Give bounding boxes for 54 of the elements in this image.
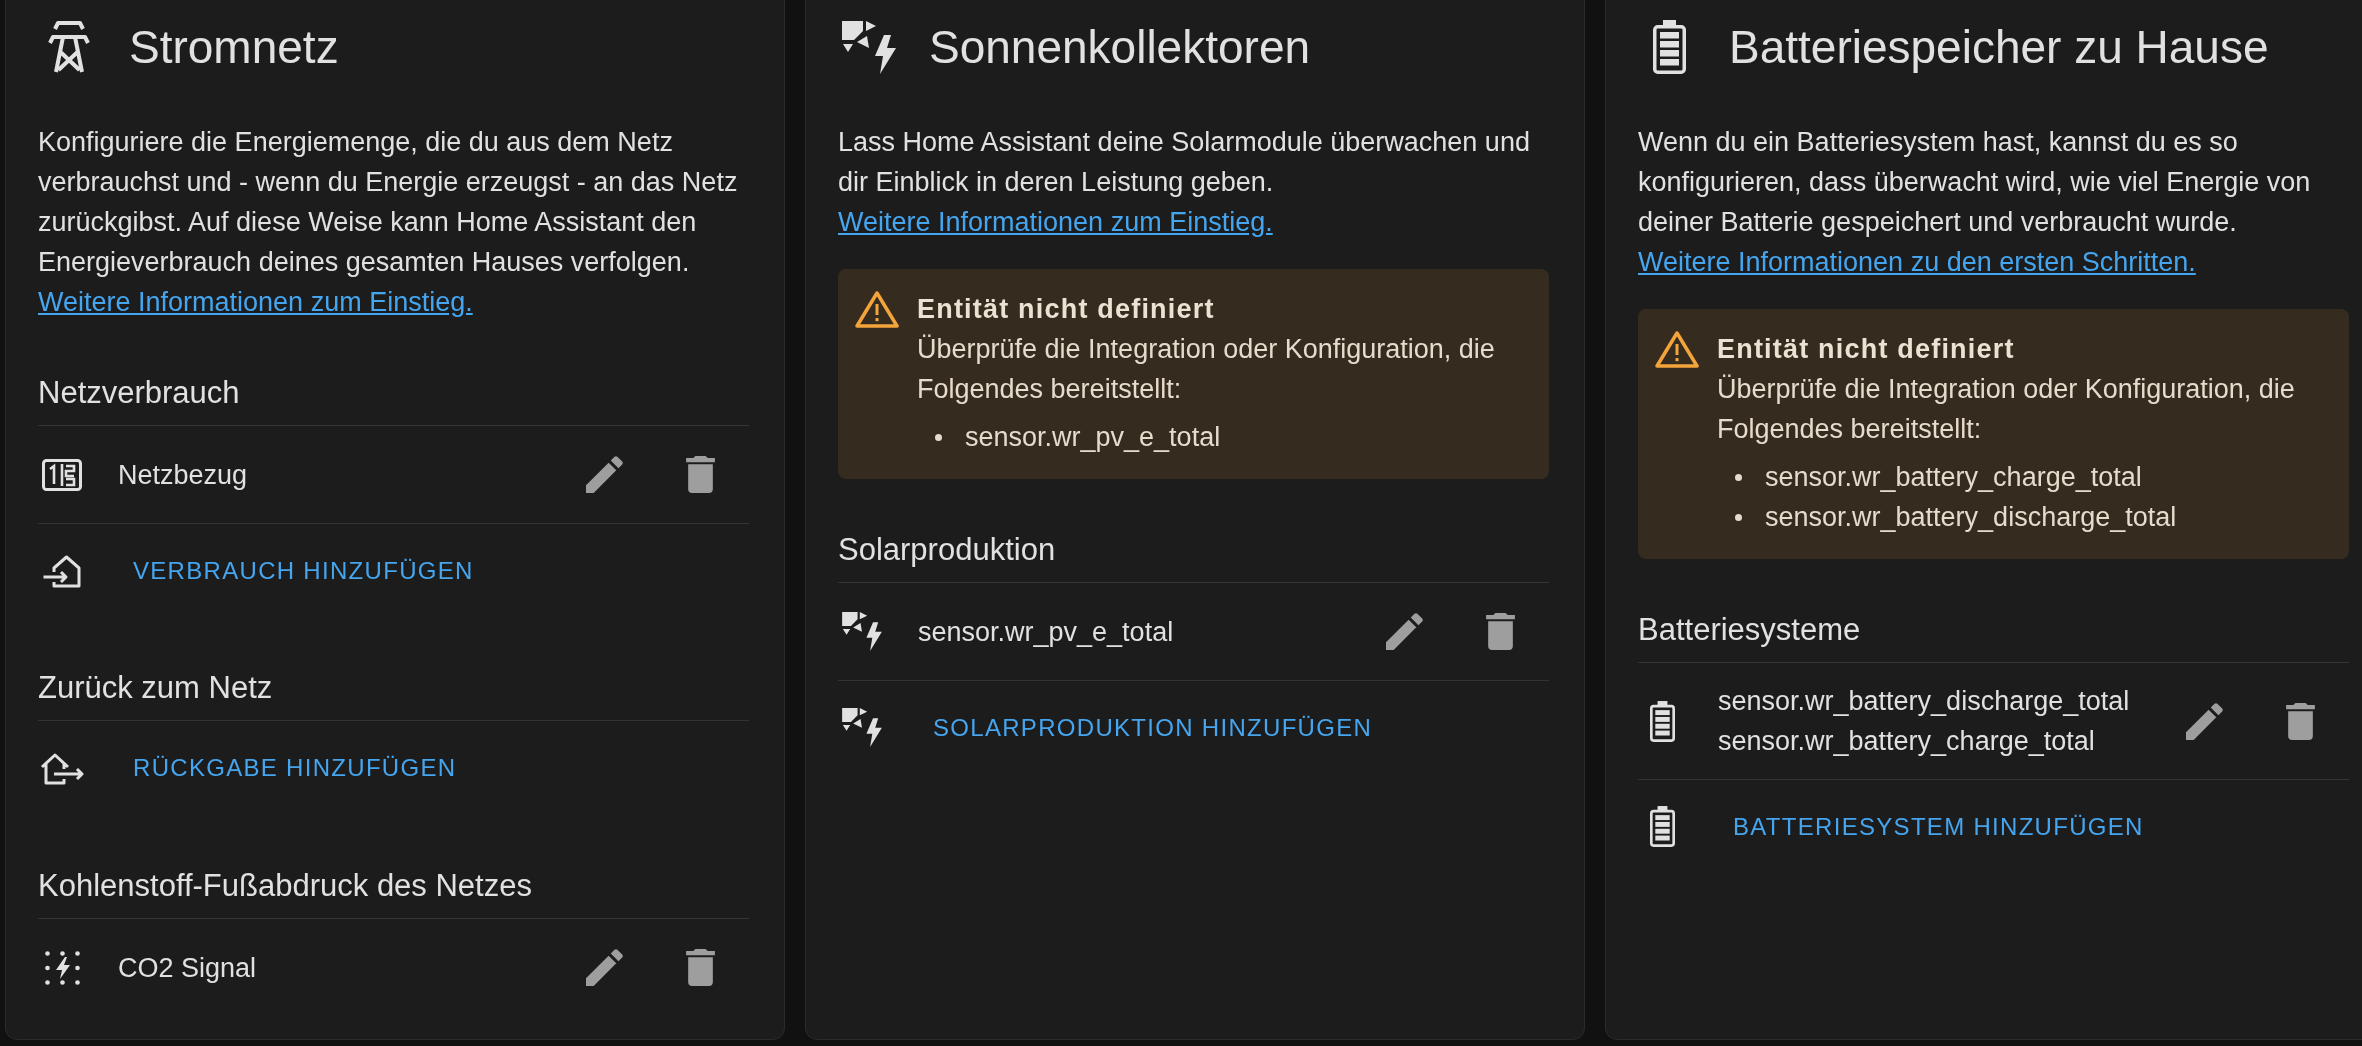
bullet-icon: [1735, 473, 1742, 481]
battery-icon: [1649, 806, 1675, 847]
battery-icon: [1652, 20, 1686, 74]
transmission-tower-icon: [48, 20, 90, 74]
warning-icon: [1655, 330, 1699, 368]
learn-more-link[interactable]: Weitere Informationen zum Einstieg.: [38, 287, 473, 317]
card-title: Batteriespeicher zu Hause: [1729, 20, 2269, 75]
section-heading: Batteriesysteme: [1638, 610, 2349, 663]
trash-icon: [686, 949, 715, 986]
learn-more-link[interactable]: Weitere Informationen zu den ersten Schritten.: [1638, 247, 2196, 277]
house-arrow-out-icon: [39, 751, 85, 785]
trash-icon: [2286, 702, 2315, 740]
house-arrow-in-icon: [42, 553, 82, 588]
warning-title: Entität nicht definiert: [917, 293, 1216, 326]
counter-icon: [42, 458, 82, 491]
source-name: sensor.wr_battery_discharge_total: [1718, 685, 2131, 718]
warning-icon: [855, 290, 899, 328]
bullet-icon: [935, 433, 942, 441]
section-heading: Netzverbrauch: [38, 373, 749, 426]
entity-id: sensor.wr_pv_e_total: [965, 421, 1221, 454]
source-name: CO2 Signal: [118, 951, 258, 985]
dotted-bolt-icon: [44, 950, 80, 985]
battery-icon: [1649, 700, 1675, 742]
pencil-icon: [1386, 613, 1423, 650]
warning-title: Entität nicht definiert: [1717, 333, 2016, 366]
pencil-icon: [586, 456, 623, 493]
add-button[interactable]: VERBRAUCH HINZUFÜGEN: [125, 548, 482, 593]
trash-icon: [686, 456, 715, 493]
bullet-icon: [1735, 513, 1742, 521]
add-button[interactable]: RÜCKGABE HINZUFÜGEN: [125, 746, 465, 790]
entity-id: sensor.wr_battery_discharge_total: [1765, 501, 2177, 534]
warning-message: Überprüfe die Integration oder Konfiguration, die Folgendes bereitstellt:: [1717, 373, 2296, 446]
card-description: Lass Home Assistant deine Solarmodule überwachen und dir Einblick in deren Leistung geben. Weitere Informationen zum Einstieg.: [838, 126, 1531, 239]
source-name: sensor.wr_pv_e_total: [918, 615, 1175, 649]
card-description: Konfiguriere die Energiemenge, die du aus dem Netz verbrauchst und - wenn du Energie erzeugst - an das Netz zurückgibst. Auf diese Weise kann Home Assistant den Energieverbrauch deines gesamten Hauses verfolgen. Weitere Informationen zum Einstieg.: [38, 126, 739, 319]
add-button[interactable]: SOLARPRODUKTION HINZUFÜGEN: [925, 705, 1381, 750]
section-heading: Zurück zum Netz: [38, 668, 749, 721]
warning-message: Überprüfe die Integration oder Konfiguration, die Folgendes bereitstellt:: [917, 333, 1496, 406]
entity-id: sensor.wr_battery_charge_total: [1765, 461, 2142, 494]
card-title: Stromnetz: [129, 20, 339, 75]
solar-panel-bolt-icon: [842, 20, 896, 74]
source-name: Netzbezug: [118, 458, 249, 492]
section-heading: Solarproduktion: [838, 530, 1549, 583]
section-heading: Kohlenstoff-Fußabdruck des Netzes: [38, 866, 749, 919]
source-name: sensor.wr_battery_charge_total: [1718, 725, 2096, 758]
pencil-icon: [586, 949, 623, 986]
add-button[interactable]: BATTERIESYSTEM HINZUFÜGEN: [1725, 804, 2152, 849]
pencil-icon: [2186, 702, 2223, 740]
card-description: Wenn du ein Batteriesystem hast, kannst du es so konfigurieren, dass überwacht wird, wie viel Energie von deiner Batterie gespeichert und verbraucht wurde. Weitere Informationen zu den ersten Schritten.: [1638, 126, 2312, 279]
trash-icon: [1486, 613, 1515, 650]
solar-panel-bolt-icon: [842, 612, 882, 651]
card-title: Sonnenkollektoren: [929, 20, 1311, 75]
solar-panel-bolt-icon: [842, 708, 882, 747]
learn-more-link[interactable]: Weitere Informationen zum Einstieg.: [838, 207, 1273, 237]
